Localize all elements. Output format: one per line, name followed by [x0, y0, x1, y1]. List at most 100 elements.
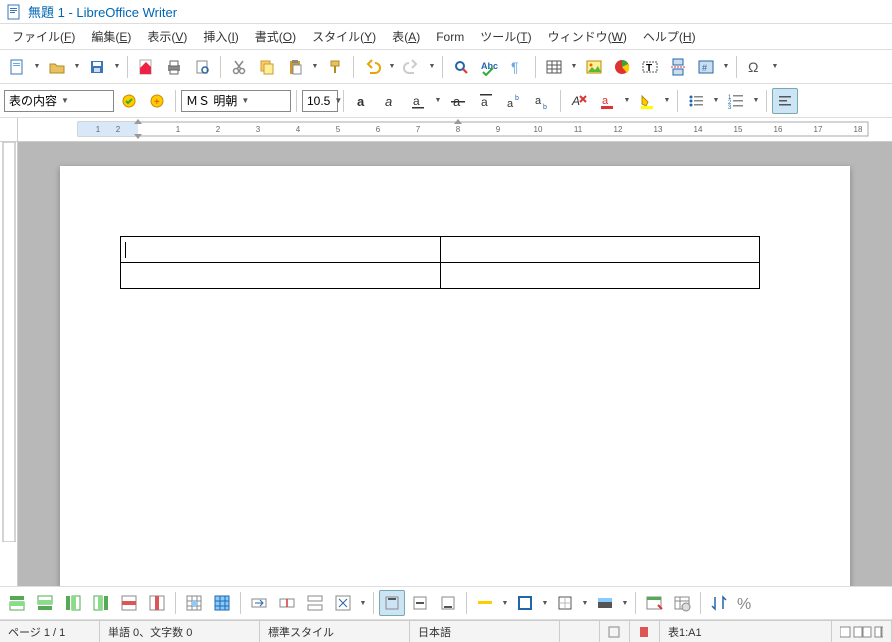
merge-cells-icon[interactable]	[246, 590, 272, 616]
find-replace-icon[interactable]	[448, 54, 474, 80]
border-color-dropdown-icon[interactable]: ▼	[540, 590, 550, 616]
border-style-icon[interactable]	[472, 590, 498, 616]
status-language[interactable]: 日本語	[410, 621, 560, 642]
vertical-ruler[interactable]	[0, 142, 18, 586]
status-cell-reference[interactable]: 表1:A1	[660, 621, 832, 642]
italic-icon[interactable]: a	[377, 88, 403, 114]
status-insert-mode[interactable]	[560, 621, 600, 642]
bullet-dropdown-icon[interactable]: ▼	[711, 88, 721, 114]
font-color-icon[interactable]: a	[594, 88, 620, 114]
strikethrough-icon[interactable]: a	[445, 88, 471, 114]
align-left-icon[interactable]	[772, 88, 798, 114]
insert-text-box-icon[interactable]: T	[637, 54, 663, 80]
cut-icon[interactable]	[226, 54, 252, 80]
number-dropdown-icon[interactable]: ▼	[751, 88, 761, 114]
save-dropdown-icon[interactable]: ▼	[112, 54, 122, 80]
menu-help[interactable]: ヘルプ(H)	[635, 25, 704, 48]
open-icon[interactable]	[44, 54, 70, 80]
paste-dropdown-icon[interactable]: ▼	[310, 54, 320, 80]
select-cell-icon[interactable]	[181, 590, 207, 616]
menu-tools[interactable]: ツール(T)	[472, 25, 539, 48]
update-style-icon[interactable]	[116, 88, 142, 114]
superscript-icon[interactable]: ab	[501, 88, 527, 114]
table-dropdown-icon[interactable]: ▼	[569, 54, 579, 80]
insert-page-break-icon[interactable]	[665, 54, 691, 80]
undo-icon[interactable]	[359, 54, 385, 80]
valign-top-icon[interactable]	[379, 590, 405, 616]
insert-chart-icon[interactable]	[609, 54, 635, 80]
bold-icon[interactable]: a	[349, 88, 375, 114]
menu-styles[interactable]: スタイル(Y)	[304, 25, 384, 48]
specialchar-dropdown-icon[interactable]: ▼	[770, 54, 780, 80]
highlight-dropdown-icon[interactable]: ▼	[662, 88, 672, 114]
font-size-combo[interactable]: 10.5▼	[302, 90, 338, 112]
underline-icon[interactable]: a	[405, 88, 431, 114]
open-dropdown-icon[interactable]: ▼	[72, 54, 82, 80]
font-name-combo[interactable]: ＭＳ 明朝▼	[181, 90, 291, 112]
highlight-color-icon[interactable]	[634, 88, 660, 114]
undo-dropdown-icon[interactable]: ▼	[387, 54, 397, 80]
borders-dropdown-icon[interactable]: ▼	[580, 590, 590, 616]
menu-insert[interactable]: 挿入(I)	[195, 25, 246, 48]
status-view-layout[interactable]	[832, 621, 892, 642]
save-icon[interactable]	[84, 54, 110, 80]
status-page[interactable]: ページ 1 / 1	[0, 621, 100, 642]
menu-table[interactable]: 表(A)	[384, 25, 428, 48]
sum-icon[interactable]: %	[734, 590, 760, 616]
new-style-icon[interactable]: +	[144, 88, 170, 114]
new-dropdown-icon[interactable]: ▼	[32, 54, 42, 80]
area-style-icon[interactable]	[592, 590, 618, 616]
page[interactable]	[60, 166, 850, 586]
valign-bottom-icon[interactable]	[435, 590, 461, 616]
insert-image-icon[interactable]	[581, 54, 607, 80]
table-row[interactable]	[121, 263, 760, 289]
font-color-dropdown-icon[interactable]: ▼	[622, 88, 632, 114]
clear-formatting-icon[interactable]: A	[566, 88, 592, 114]
table-cell[interactable]	[440, 237, 760, 263]
menu-file[interactable]: ファイル(F)	[4, 25, 83, 48]
status-page-style[interactable]: 標準スタイル	[260, 621, 410, 642]
status-selection-mode[interactable]	[600, 621, 630, 642]
borders-icon[interactable]	[552, 590, 578, 616]
select-table-icon[interactable]	[209, 590, 235, 616]
formatting-marks-icon[interactable]: ¶	[504, 54, 530, 80]
document-table[interactable]	[120, 236, 760, 289]
insert-row-above-icon[interactable]	[4, 590, 30, 616]
clone-formatting-icon[interactable]	[322, 54, 348, 80]
sort-icon[interactable]	[706, 590, 732, 616]
paste-icon[interactable]	[282, 54, 308, 80]
overline-icon[interactable]: a	[473, 88, 499, 114]
horizontal-ruler[interactable]: 12 123 456 789 101112 131415 161718	[18, 118, 892, 141]
table-cell[interactable]	[121, 263, 441, 289]
bullet-list-icon[interactable]	[683, 88, 709, 114]
insert-field-icon[interactable]: #	[693, 54, 719, 80]
redo-icon[interactable]	[399, 54, 425, 80]
insert-row-below-icon[interactable]	[32, 590, 58, 616]
table-row[interactable]	[121, 237, 760, 263]
valign-middle-icon[interactable]	[407, 590, 433, 616]
menu-view[interactable]: 表示(V)	[139, 25, 195, 48]
menu-form[interactable]: Form	[428, 27, 472, 47]
print-preview-icon[interactable]	[189, 54, 215, 80]
delete-row-icon[interactable]	[116, 590, 142, 616]
status-signature[interactable]	[630, 621, 660, 642]
menu-format[interactable]: 書式(O)	[247, 25, 304, 48]
paragraph-style-combo[interactable]: 表の内容▼	[4, 90, 114, 112]
table-cell[interactable]	[121, 237, 441, 263]
export-pdf-icon[interactable]	[133, 54, 159, 80]
table-properties-icon[interactable]	[669, 590, 695, 616]
insert-table-icon[interactable]	[541, 54, 567, 80]
print-icon[interactable]	[161, 54, 187, 80]
optimize-size-icon[interactable]	[330, 590, 356, 616]
number-list-icon[interactable]: 123	[723, 88, 749, 114]
status-word-count[interactable]: 単語 0、文字数 0	[100, 621, 260, 642]
insert-col-left-icon[interactable]	[60, 590, 86, 616]
optimize-dropdown-icon[interactable]: ▼	[358, 590, 368, 616]
underline-dropdown-icon[interactable]: ▼	[433, 88, 443, 114]
split-table-icon[interactable]	[302, 590, 328, 616]
copy-icon[interactable]	[254, 54, 280, 80]
table-cell[interactable]	[440, 263, 760, 289]
border-style-dropdown-icon[interactable]: ▼	[500, 590, 510, 616]
menu-edit[interactable]: 編集(E)	[83, 25, 139, 48]
border-color-icon[interactable]	[512, 590, 538, 616]
